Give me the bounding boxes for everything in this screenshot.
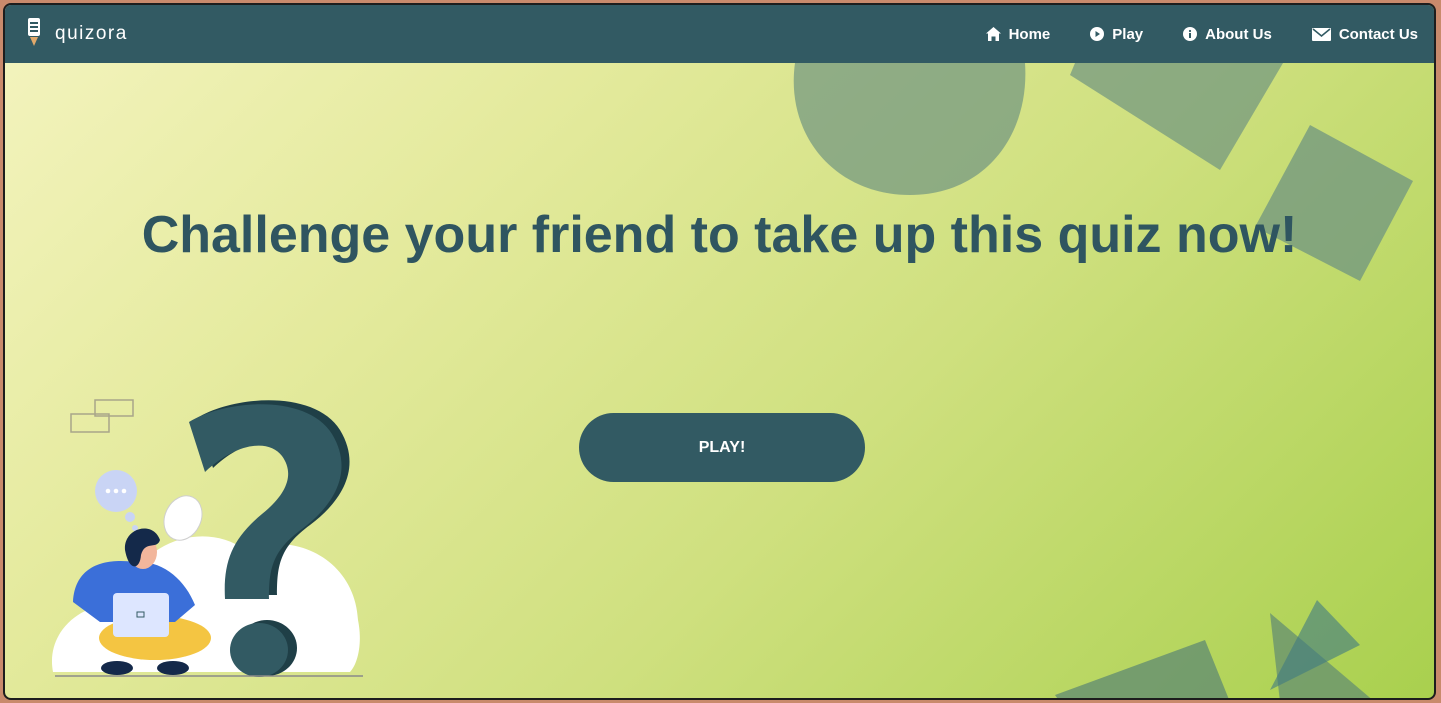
quiz-illustration: [51, 399, 363, 677]
nav-links: Home Play About Us Contact Us: [946, 5, 1418, 63]
nav-home[interactable]: Home: [985, 25, 1051, 43]
play-button[interactable]: PLAY!: [579, 413, 865, 482]
lightbulb-icon: [27, 17, 41, 52]
laptop-icon: [113, 593, 169, 637]
hero-headline: Challenge your friend to take up this qu…: [141, 206, 1298, 264]
semicircle-shape: [793, 63, 1026, 195]
nav-contact-label: Contact Us: [1338, 25, 1418, 43]
home-icon: [985, 27, 1001, 41]
nav-play[interactable]: Play: [1090, 26, 1143, 43]
play-circle-icon: [1090, 27, 1105, 41]
nav-contact[interactable]: Contact Us: [1311, 25, 1418, 43]
diamond-shape-top: [1070, 63, 1283, 170]
nav-play-label: Play: [1112, 25, 1144, 43]
nav-about-label: About Us: [1205, 25, 1272, 43]
app-window: quizora Home Play About Us Contact Us Ch…: [3, 3, 1436, 700]
info-icon: [1183, 27, 1198, 41]
brand-name: quizora: [55, 23, 128, 44]
top-navbar: quizora Home Play About Us Contact Us: [5, 5, 1434, 63]
brand[interactable]: quizora: [27, 17, 128, 52]
nav-about[interactable]: About Us: [1183, 26, 1272, 43]
parallelogram-shape-bottom: [1055, 640, 1229, 698]
envelope-icon: [1311, 27, 1331, 41]
nav-home-label: Home: [1008, 25, 1051, 43]
